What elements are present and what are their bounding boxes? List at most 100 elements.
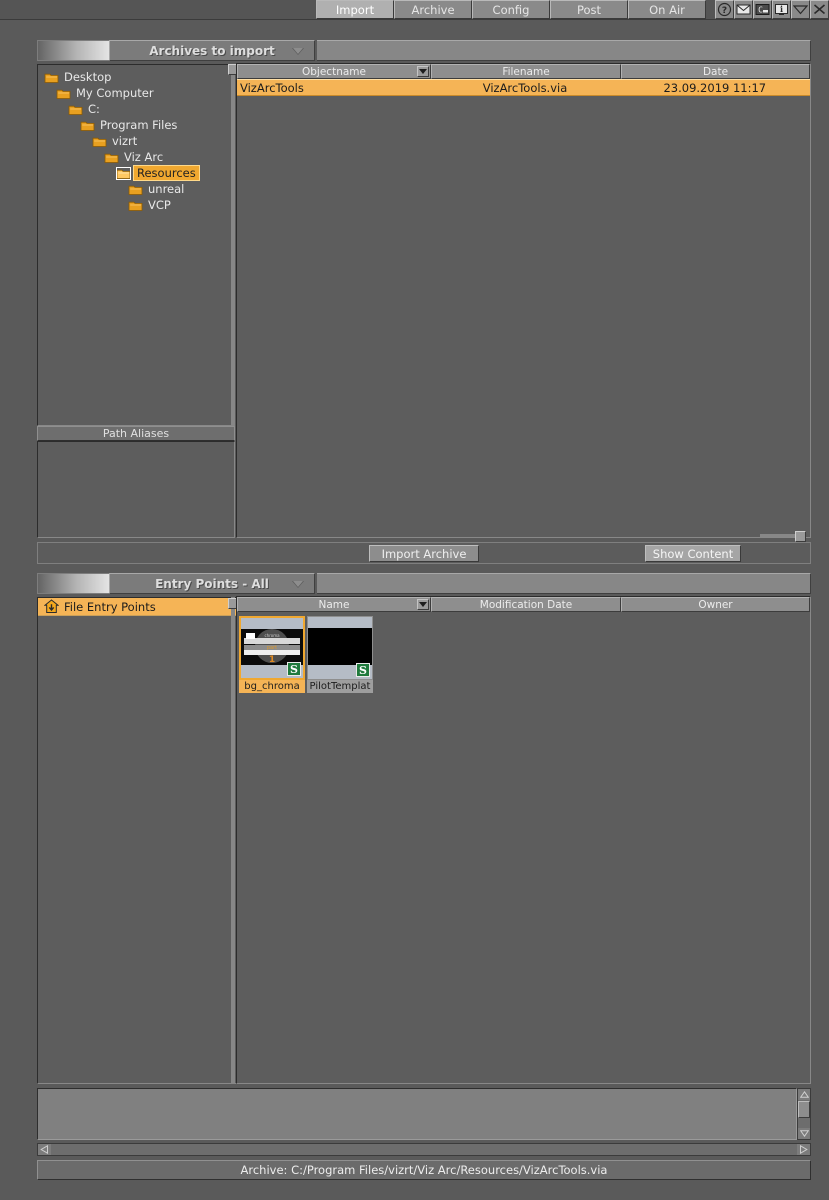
chevron-down-icon[interactable] <box>791 0 810 19</box>
entry-points-content-panel[interactable]: Name Modification Date Owner chroma part 1… <box>236 596 811 1084</box>
scroll-down-icon[interactable] <box>798 1128 810 1139</box>
folder-icon <box>128 199 143 211</box>
entry-points-section-header: Entry Points - All <box>37 573 315 594</box>
sort-descending-icon[interactable] <box>417 66 429 77</box>
column-header-modification-date[interactable]: Modification Date <box>431 597 621 612</box>
folder-icon <box>80 119 95 131</box>
window-icon-buttons: ? C i <box>715 0 829 19</box>
entry-points-list-panel[interactable]: File Entry Points <box>37 597 237 1084</box>
thumbnail-label: bg_chroma <box>239 680 305 693</box>
info-icon[interactable]: i <box>772 0 791 19</box>
tree-node-label: Program Files <box>100 118 178 132</box>
folder-icon <box>128 183 143 195</box>
archives-table-body: VizArcTools VizArcTools.via 23.09.2019 11:… <box>237 79 810 96</box>
tree-node-label: My Computer <box>76 86 154 100</box>
tree-node-my-computer[interactable]: My Computer <box>40 85 232 101</box>
status-bar-text: Archive: C:/Program Files/vizrt/Viz Arc/… <box>240 1163 608 1177</box>
tree-node-label: C: <box>88 102 100 116</box>
cell-filename: VizArcTools.via <box>482 80 568 95</box>
status-bar: Archive: C:/Program Files/vizrt/Viz Arc/… <box>37 1160 811 1180</box>
log-output-panel[interactable] <box>37 1088 797 1140</box>
column-label-filename: Filename <box>502 65 550 78</box>
chevron-down-icon[interactable] <box>292 581 304 588</box>
tab-config[interactable]: Config <box>472 0 550 19</box>
tree-node-c[interactable]: C: <box>40 101 232 117</box>
tab-import[interactable]: Import <box>316 0 394 19</box>
show-content-button[interactable]: Show Content <box>645 545 741 562</box>
list-item[interactable]: chroma part 1 Sbg_chroma <box>239 616 305 693</box>
sort-descending-icon[interactable] <box>417 599 429 610</box>
archives-section-header: Archives to import <box>37 40 315 61</box>
tree-node-resources[interactable]: Resources <box>40 165 232 181</box>
close-icon[interactable] <box>810 0 829 19</box>
table-row[interactable]: VizArcTools VizArcTools.via 23.09.2019 11:… <box>237 79 810 96</box>
folder-icon <box>92 135 107 147</box>
column-header-date[interactable]: Date <box>621 64 810 79</box>
import-archive-button[interactable]: Import Archive <box>369 545 479 562</box>
folder-icon <box>116 167 131 180</box>
chevron-down-icon[interactable] <box>292 48 304 55</box>
column-header-filename[interactable]: Filename <box>431 64 621 79</box>
entry-points-header-title[interactable]: Entry Points - All <box>109 573 315 594</box>
log-scroll-thumb[interactable] <box>798 1101 810 1118</box>
main-tabs: Import Archive Config Post On Air <box>316 0 706 19</box>
column-header-owner[interactable]: Owner <box>621 597 810 612</box>
folder-tree-panel[interactable]: Desktop My Computer C: Program Files vizrt Vi… <box>37 64 235 426</box>
folder-tree: Desktop My Computer C: Program Files vizrt Vi… <box>38 65 234 213</box>
log-horizontal-scrollbar[interactable] <box>37 1143 811 1156</box>
entry-points-table-header: Name Modification Date Owner <box>237 597 810 612</box>
titlebar-divider <box>0 19 829 22</box>
archives-table-header: Objectname Filename Date <box>237 64 810 79</box>
tree-node-desktop[interactable]: Desktop <box>40 69 232 85</box>
tree-node-vcp[interactable]: VCP <box>40 197 232 213</box>
svg-text:chroma: chroma <box>264 633 280 638</box>
scroll-up-icon[interactable] <box>798 1089 810 1100</box>
log-vertical-scrollbar[interactable] <box>797 1088 811 1140</box>
column-label-name: Name <box>318 598 350 611</box>
archives-header-title[interactable]: Archives to import <box>109 40 315 61</box>
archives-button-bar: Import Archive Show Content <box>37 542 811 564</box>
tree-node-program-files[interactable]: Program Files <box>40 117 232 133</box>
scene-badge-icon: S <box>287 662 301 676</box>
entry-point-label: File Entry Points <box>64 599 156 614</box>
entry-points-splitter-track <box>231 597 235 1084</box>
column-header-objectname[interactable]: Objectname <box>237 64 431 79</box>
svg-text:1: 1 <box>269 655 275 665</box>
column-label-date: Date <box>702 65 729 78</box>
tree-node-viz-arc[interactable]: Viz Arc <box>40 149 232 165</box>
thumbnail-preview: chroma part 1 S <box>239 616 305 680</box>
list-item[interactable]: S PilotTemplat <box>307 616 373 693</box>
tree-node-label: Resources <box>133 165 200 181</box>
archives-table[interactable]: Objectname Filename Date VizArcTools VizA… <box>236 63 811 538</box>
column-header-name[interactable]: Name <box>237 597 431 612</box>
column-label-owner: Owner <box>698 598 733 611</box>
list-item-file-entry-points[interactable]: File Entry Points <box>38 598 236 616</box>
cell-date: 23.09.2019 11:17 <box>663 80 767 95</box>
tree-node-vizrt[interactable]: vizrt <box>40 133 232 149</box>
archives-header-filler <box>317 40 811 61</box>
tab-archive[interactable]: Archive <box>394 0 472 19</box>
mail-icon[interactable] <box>734 0 753 19</box>
cell-objectname: VizArcTools <box>240 80 304 95</box>
home-down-icon <box>43 599 60 615</box>
svg-text:i: i <box>780 4 783 14</box>
path-aliases-list[interactable] <box>37 441 235 538</box>
tree-node-label: Viz Arc <box>124 150 164 164</box>
tree-node-label: unreal <box>148 182 185 196</box>
svg-text:part: part <box>267 645 277 651</box>
scroll-right-icon[interactable] <box>797 1144 810 1155</box>
console-icon[interactable]: C <box>753 0 772 19</box>
tab-post[interactable]: Post <box>550 0 628 19</box>
path-aliases-header: Path Aliases <box>37 426 235 441</box>
tab-on-air[interactable]: On Air <box>628 0 706 19</box>
archives-resize-handle[interactable] <box>795 531 806 542</box>
entry-points-header-gradient <box>37 573 109 594</box>
entry-points-header-filler <box>317 573 811 594</box>
tree-node-unreal[interactable]: unreal <box>40 181 232 197</box>
column-label-modification-date: Modification Date <box>479 598 573 611</box>
thumbnail-grid: chroma part 1 Sbg_chroma S PilotTemplat <box>237 612 810 697</box>
scroll-left-icon[interactable] <box>38 1144 51 1155</box>
thumbnail-label: PilotTemplat <box>307 680 373 693</box>
help-icon[interactable]: ? <box>715 0 734 19</box>
path-aliases-label: Path Aliases <box>102 427 170 440</box>
